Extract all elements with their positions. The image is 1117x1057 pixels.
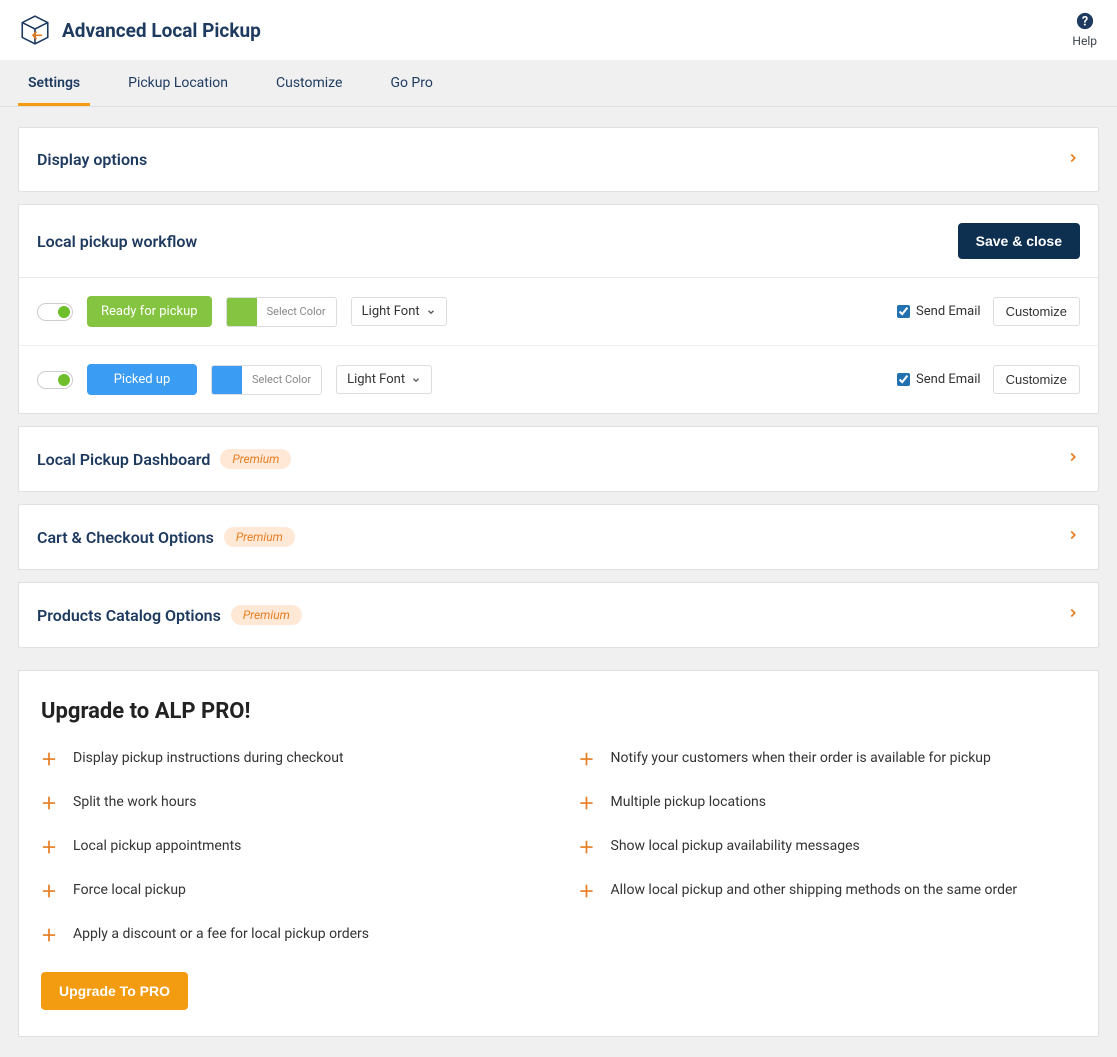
color-select-picked[interactable]: Select Color [211,365,322,395]
main-content: Display options Local pickup workflow Sa… [0,107,1117,1057]
plus-icon: ＋ [41,746,57,770]
customize-button-picked[interactable]: Customize [993,365,1080,394]
font-select-label: Light Font [347,372,405,387]
feature-item: ＋ Local pickup appointments [41,834,539,858]
app-title: Advanced Local Pickup [62,19,261,42]
send-email-picked[interactable]: Send Email [897,372,981,387]
feature-text: Display pickup instructions during check… [73,750,344,766]
panel-catalog: Products Catalog Options Premium [18,582,1099,648]
feature-text: Allow local pickup and other shipping me… [611,882,1018,898]
feature-text: Apply a discount or a fee for local pick… [73,926,369,942]
plus-icon: ＋ [41,922,57,946]
feature-item: ＋ Show local pickup availability messages [579,834,1077,858]
toggle-picked[interactable] [37,371,73,389]
panel-display-options-header[interactable]: Display options [19,128,1098,191]
upgrade-panel: Upgrade to ALP PRO! ＋ Display pickup inst… [18,670,1099,1037]
feature-item: ＋ Split the work hours [41,790,539,814]
features-grid: ＋ Display pickup instructions during chec… [41,746,1076,946]
chevron-right-icon [1066,151,1080,169]
send-email-ready[interactable]: Send Email [897,304,981,319]
font-select-ready[interactable]: Light Font [351,297,447,326]
plus-icon: ＋ [41,790,57,814]
workflow-row-picked: Picked up Select Color Light Font Send E… [19,345,1098,413]
help-icon: ? [1072,12,1097,34]
tabs-nav: Settings Pickup Location Customize Go Pr… [0,61,1117,107]
status-badge-ready: Ready for pickup [87,296,212,327]
panel-cart-header[interactable]: Cart & Checkout Options Premium [19,505,1098,569]
chevron-right-icon [1066,528,1080,546]
tab-go-pro[interactable]: Go Pro [380,61,442,106]
plus-icon: ＋ [579,878,595,902]
chevron-right-icon [1066,606,1080,624]
select-color-label: Select Color [257,305,336,318]
premium-badge: Premium [224,527,295,547]
feature-item: ＋ Display pickup instructions during chec… [41,746,539,770]
feature-item: ＋ Allow local pickup and other shipping m… [579,878,1077,902]
feature-item: ＋ Multiple pickup locations [579,790,1077,814]
feature-text: Notify your customers when their order i… [611,750,991,766]
plus-icon: ＋ [41,878,57,902]
feature-text: Local pickup appointments [73,838,241,854]
panel-dashboard-title: Local Pickup Dashboard [37,450,210,469]
premium-badge: Premium [231,605,302,625]
panel-catalog-title: Products Catalog Options [37,606,221,625]
feature-item: ＋ Force local pickup [41,878,539,902]
panel-cart-title: Cart & Checkout Options [37,528,214,547]
help-label: Help [1072,34,1097,48]
upgrade-title: Upgrade to ALP PRO! [41,699,1076,724]
svg-text:?: ? [1082,15,1088,30]
premium-badge: Premium [220,449,291,469]
panel-catalog-header[interactable]: Products Catalog Options Premium [19,583,1098,647]
app-header: Advanced Local Pickup ? Help [0,0,1117,61]
panel-workflow: Local pickup workflow Save & close Ready… [18,204,1099,414]
panel-workflow-header: Local pickup workflow Save & close [19,205,1098,278]
feature-text: Multiple pickup locations [611,794,767,810]
logo-icon [18,13,52,47]
plus-icon: ＋ [579,746,595,770]
chevron-down-icon [411,375,421,385]
chevron-right-icon [1066,450,1080,468]
feature-text: Show local pickup availability messages [611,838,860,854]
panel-display-options: Display options [18,127,1099,192]
help-button[interactable]: ? Help [1072,12,1097,48]
send-email-label: Send Email [916,372,981,387]
font-select-label: Light Font [362,304,420,319]
tab-settings[interactable]: Settings [18,61,90,106]
color-swatch-icon [227,297,257,327]
plus-icon: ＋ [41,834,57,858]
panel-dashboard-header[interactable]: Local Pickup Dashboard Premium [19,427,1098,491]
send-email-checkbox[interactable] [897,305,910,318]
select-color-label: Select Color [242,373,321,386]
color-select-ready[interactable]: Select Color [226,297,337,327]
header-left: Advanced Local Pickup [18,13,261,47]
plus-icon: ＋ [579,834,595,858]
panel-workflow-title: Local pickup workflow [37,232,197,251]
font-select-picked[interactable]: Light Font [336,365,432,394]
panel-dashboard: Local Pickup Dashboard Premium [18,426,1099,492]
status-badge-picked: Picked up [87,364,197,395]
plus-icon: ＋ [579,790,595,814]
chevron-down-icon [426,307,436,317]
color-swatch-icon [212,365,242,395]
feature-item: ＋ Notify your customers when their order … [579,746,1077,770]
panel-display-options-title: Display options [37,150,147,169]
feature-item: ＋ Apply a discount or a fee for local pic… [41,922,539,946]
panel-cart: Cart & Checkout Options Premium [18,504,1099,570]
toggle-ready[interactable] [37,303,73,321]
workflow-row-ready: Ready for pickup Select Color Light Font… [19,278,1098,345]
feature-text: Force local pickup [73,882,186,898]
tab-pickup-location[interactable]: Pickup Location [118,61,238,106]
save-close-button[interactable]: Save & close [958,223,1080,259]
feature-text: Split the work hours [73,794,196,810]
customize-button-ready[interactable]: Customize [993,297,1080,326]
tab-customize[interactable]: Customize [266,61,352,106]
send-email-checkbox[interactable] [897,373,910,386]
upgrade-button[interactable]: Upgrade To PRO [41,972,188,1010]
send-email-label: Send Email [916,304,981,319]
